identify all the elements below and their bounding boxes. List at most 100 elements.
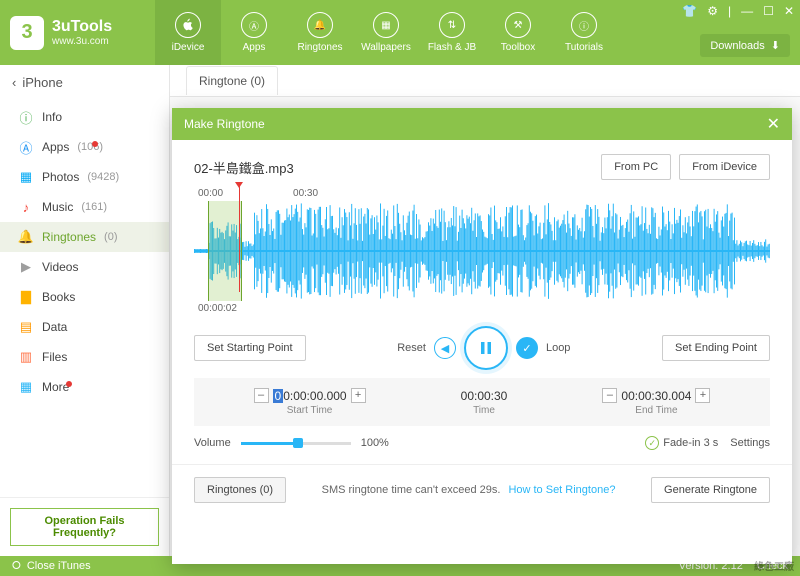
sidebar-item-data[interactable]: ▤ Data [0, 312, 169, 342]
wrench-icon: ⚒ [505, 12, 531, 38]
sidebar-item-label: Ringtones [42, 230, 96, 244]
top-tab-toolbox[interactable]: ⚒ Toolbox [485, 0, 551, 65]
sidebar-item-count: (9428) [87, 171, 119, 183]
set-starting-point-button[interactable]: Set Starting Point [194, 335, 306, 361]
photos-icon: ▦ [18, 169, 34, 185]
app-logo: 3 3uTools www.3u.com [10, 16, 155, 50]
reset-label: Reset [397, 342, 426, 354]
notification-dot [92, 141, 98, 147]
logo-icon: 3 [10, 16, 44, 50]
videos-icon: ▶ [18, 259, 34, 275]
sidebar-item-count: (0) [104, 231, 117, 243]
tab-ringtone[interactable]: Ringtone (0) [186, 66, 278, 95]
sms-note: SMS ringtone time can't exceed 29s. [322, 484, 501, 496]
sidebar-item-ringtones[interactable]: 🔔 Ringtones (0) [0, 222, 169, 252]
waveform-area[interactable]: 00:00 00:30 00:00:02 [194, 188, 770, 316]
close-window-icon[interactable]: ✕ [784, 4, 794, 18]
set-ending-point-button[interactable]: Set Ending Point [662, 335, 770, 361]
gear-icon[interactable]: ⚙ [707, 4, 718, 18]
sidebar-item-info[interactable]: ⓘInfo [0, 102, 169, 132]
from-pc-button[interactable]: From PC [601, 154, 671, 180]
reset-button[interactable]: ◀ [434, 337, 456, 359]
minimize-icon[interactable]: ― [741, 4, 753, 18]
downloads-label: Downloads [710, 40, 764, 52]
top-tab-label: Tutorials [565, 42, 603, 53]
start-time-increment[interactable]: + [351, 388, 366, 403]
sidebar-item-apps[interactable]: ⒶApps (106) [0, 132, 169, 162]
end-time-label: End Time [602, 405, 710, 416]
image-icon: ▦ [373, 12, 399, 38]
bell-icon: 🔔 [307, 12, 333, 38]
generate-ringtone-button[interactable]: Generate Ringtone [651, 477, 770, 503]
sidebar-item-label: Music [42, 200, 73, 214]
close-itunes-label: Close iTunes [27, 560, 91, 572]
volume-label: Volume [194, 437, 231, 449]
waveform-selection[interactable] [208, 201, 242, 301]
top-tab-wallpapers[interactable]: ▦ Wallpapers [353, 0, 419, 65]
sidebar-item-label: Data [42, 320, 67, 334]
wave-time-0: 00:00 [198, 188, 223, 199]
volume-slider[interactable] [241, 442, 351, 445]
top-tab-idevice[interactable]: iDevice [155, 0, 221, 65]
sidebar-item-files[interactable]: ▥ Files [0, 342, 169, 372]
ringtones-icon: 🔔 [18, 229, 34, 245]
make-ringtone-modal: Make Ringtone ✕ 02-半島鐵盒.mp3 From PC From… [172, 108, 792, 564]
end-time-value[interactable]: 00:00:30.004 [621, 389, 691, 403]
top-tab-label: Wallpapers [361, 42, 411, 53]
power-icon: ⭘ [12, 560, 21, 573]
data-icon: ▤ [18, 319, 34, 335]
sidebar: ‹ iPhone ⓘInfoⒶApps (106)▦Photos (9428)♪… [0, 65, 170, 556]
modal-header: Make Ringtone ✕ [172, 108, 792, 140]
box-icon: ⇅ [439, 12, 465, 38]
sidebar-item-more[interactable]: ▦More [0, 372, 169, 402]
sidebar-item-label: Books [42, 290, 75, 304]
maximize-icon[interactable]: ☐ [763, 4, 774, 18]
sidebar-item-books[interactable]: ▇Books [0, 282, 169, 312]
start-time-value[interactable]: 00:00:00.000 [273, 389, 347, 403]
settings-link[interactable]: Settings [730, 437, 770, 449]
fade-in-toggle[interactable]: ✓ Fade-in 3 s [645, 436, 718, 450]
brand-name: 3uTools [52, 18, 112, 35]
top-tab-apps[interactable]: Ⓐ Apps [221, 0, 287, 65]
top-tab-ringtones[interactable]: 🔔 Ringtones [287, 0, 353, 65]
how-to-link[interactable]: How to Set Ringtone? [508, 484, 615, 496]
duration-label: Time [461, 405, 508, 416]
files-icon: ▥ [18, 349, 34, 365]
loop-button[interactable]: ✓ [516, 337, 538, 359]
waveform-position-label: 00:00:02 [194, 301, 770, 316]
downloads-button[interactable]: Downloads ⬇ [700, 34, 790, 57]
window-controls: 👕 ⚙ | ― ☐ ✕ [682, 4, 794, 18]
loop-label: Loop [546, 342, 570, 354]
top-tab-label: Flash & JB [428, 42, 476, 53]
play-pause-button[interactable] [464, 326, 508, 370]
sidebar-header[interactable]: ‹ iPhone [0, 65, 169, 100]
apps-icon: Ⓐ [241, 12, 267, 38]
start-time-decrement[interactable]: – [254, 388, 269, 403]
sidebar-item-videos[interactable]: ▶Videos [0, 252, 169, 282]
shirt-icon[interactable]: 👕 [682, 4, 697, 18]
ringtones-count-button[interactable]: Ringtones (0) [194, 477, 286, 503]
sidebar-item-count: (106) [77, 141, 103, 153]
audio-file-name: 02-半島鐵盒.mp3 [194, 158, 294, 177]
top-tab-label: Ringtones [297, 42, 342, 53]
sidebar-item-photos[interactable]: ▦Photos (9428) [0, 162, 169, 192]
close-icon[interactable]: ✕ [767, 114, 780, 134]
sidebar-list: ⓘInfoⒶApps (106)▦Photos (9428)♪Music (16… [0, 100, 169, 497]
top-tab-label: Apps [243, 42, 266, 53]
volume-percent: 100% [361, 437, 389, 449]
sidebar-item-label: Files [42, 350, 67, 364]
from-idevice-button[interactable]: From iDevice [679, 154, 770, 180]
apple-icon [175, 12, 201, 38]
close-itunes-button[interactable]: ⭘ Close iTunes [12, 560, 91, 573]
top-tabs: iDevice Ⓐ Apps 🔔 Ringtones ▦ Wallpapers ⇅ Flash … [155, 0, 617, 65]
end-time-increment[interactable]: + [695, 388, 710, 403]
info-icon: ⓘ [571, 12, 597, 38]
operation-fails-link[interactable]: Operation Fails Frequently? [10, 508, 159, 546]
top-tab-label: Toolbox [501, 42, 535, 53]
device-name: iPhone [22, 75, 62, 90]
sidebar-item-music[interactable]: ♪Music (161) [0, 192, 169, 222]
top-tab-tutorials[interactable]: ⓘ Tutorials [551, 0, 617, 65]
top-tab-flash-jb[interactable]: ⇅ Flash & JB [419, 0, 485, 65]
more-icon: ▦ [18, 379, 34, 395]
end-time-decrement[interactable]: – [602, 388, 617, 403]
